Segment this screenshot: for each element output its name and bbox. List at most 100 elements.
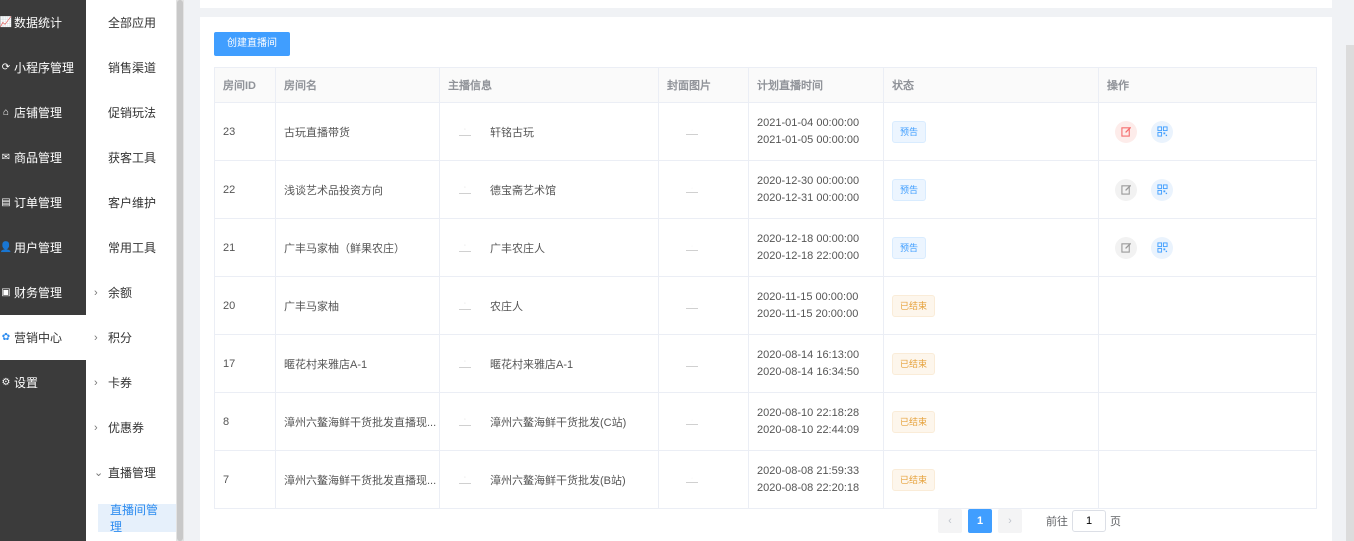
submenu-group-open[interactable]: ⌄ 直播管理 — [86, 450, 176, 495]
edit-icon[interactable] — [1115, 120, 1137, 143]
actions-cell — [1098, 276, 1317, 335]
anchor-info: ◦ ▬▬▬▬ 广丰农庄人 — [439, 218, 659, 277]
sidebar-item-store[interactable]: ⌂ 店铺管理 — [0, 90, 86, 135]
miniapp-icon: ⟳ — [1, 62, 11, 73]
room-name: 暱花村来雅店A-1 — [275, 334, 440, 393]
submenu-group-label: 卡券 — [108, 376, 133, 390]
column-header: 房间名 — [275, 67, 440, 103]
anchor-name: 德宝斋艺术馆 — [490, 184, 556, 197]
submenu-scrollbar[interactable] — [176, 0, 184, 541]
sidebar-item-label: 营销中心 — [14, 331, 63, 345]
room-name: 古玩直播带货 — [275, 102, 440, 161]
chart-icon: 📈 — [0, 17, 13, 28]
goto-label: 前往 — [1046, 516, 1068, 528]
live-room-table: 房间ID 房间名 主播信息 封面图片 计划直播时间 状态 操作 23 古玩直播带货 ◦ ▬▬▬▬ 轩… — [214, 67, 1317, 509]
start-time: 2020-12-30 00:00:00 — [757, 174, 860, 187]
schedule-time: 2020-08-14 16:13:00 2020-08-14 16:34:50 — [748, 334, 884, 393]
submenu-item-live-room[interactable]: 直播间管理 — [86, 495, 176, 540]
submenu-group[interactable]: › 优惠券 — [86, 405, 176, 450]
anchor-avatar-placeholder-icon: ◦ ▬▬▬▬ — [459, 300, 471, 311]
sidebar-item-order[interactable]: ▤ 订单管理 — [0, 180, 86, 225]
edit-icon[interactable] — [1115, 236, 1137, 259]
qrcode-icon[interactable] — [1151, 236, 1173, 259]
sidebar-item-goods[interactable]: ✉ 商品管理 — [0, 135, 86, 180]
submenu-item[interactable]: 客户维护 — [86, 180, 176, 225]
sidebar-item-finance[interactable]: ▣ 财务管理 — [0, 270, 86, 315]
end-time: 2020-08-14 16:34:50 — [757, 365, 860, 378]
sidebar-item-miniapp[interactable]: ⟳ 小程序管理 — [0, 45, 86, 90]
anchor-name: 轩铭古玩 — [490, 126, 534, 139]
table-row: 21 广丰马家柚（鲜果农庄） ◦ ▬▬▬▬ 广丰农庄人 ◦ ▬▬▬▬ 2020-12-18 0… — [214, 218, 1317, 277]
create-live-room-button[interactable]: 创建直播间 — [214, 32, 290, 56]
anchor-name: 漳州六鳌海鲜干货批发(B站) — [490, 474, 626, 487]
sidebar-item-settings[interactable]: ⚙ 设置 — [0, 360, 86, 405]
submenu-group[interactable]: › 积分 — [86, 315, 176, 360]
column-header: 操作 — [1098, 67, 1317, 103]
actions-cell — [1098, 334, 1317, 393]
page-number-input[interactable] — [1072, 510, 1106, 532]
next-page-button[interactable]: › — [998, 509, 1022, 533]
prev-page-button[interactable]: ‹ — [938, 509, 962, 533]
end-time: 2021-01-05 00:00:00 — [757, 133, 860, 146]
cover-image: ◦ ▬▬▬▬ — [658, 218, 749, 277]
actions-cell — [1098, 392, 1317, 451]
page-1-button[interactable]: 1 — [968, 509, 992, 533]
start-time: 2020-11-15 00:00:00 — [757, 290, 859, 303]
room-id: 17 — [214, 334, 276, 393]
anchor-info: ◦ ▬▬▬▬ 漳州六鳌海鲜干货批发(B站) — [439, 450, 659, 509]
end-time: 2020-12-31 00:00:00 — [757, 191, 860, 204]
status-cell: 预告 — [883, 102, 1099, 161]
submenu-group[interactable]: › 余额 — [86, 270, 176, 315]
room-id: 23 — [214, 102, 276, 161]
sidebar-item-label: 订单管理 — [14, 196, 63, 210]
room-name: 广丰马家柚 — [275, 276, 440, 335]
secondary-menu: 全部应用 销售渠道 促销玩法 获客工具 客户维护 常用工具 › 余额 › 积分 › 卡券 › 优惠券 ⌄ 直播… — [86, 0, 176, 541]
edit-icon[interactable] — [1115, 178, 1137, 201]
scrollbar-thumb[interactable] — [177, 0, 183, 541]
marketing-icon: ✿ — [1, 332, 11, 343]
image-placeholder-icon: ◦ ▬▬▬▬ — [686, 185, 698, 194]
submenu-item[interactable]: 全部应用 — [86, 0, 176, 45]
page-scrollbar[interactable] — [1346, 45, 1354, 541]
status-cell: 预告 — [883, 218, 1099, 277]
schedule-time: 2020-08-08 21:59:33 2020-08-08 22:20:18 — [748, 450, 884, 509]
qrcode-icon[interactable] — [1151, 120, 1173, 143]
start-time: 2021-01-04 00:00:00 — [757, 116, 860, 129]
qrcode-icon[interactable] — [1151, 178, 1173, 201]
submenu-item[interactable]: 常用工具 — [86, 225, 176, 270]
schedule-time: 2020-11-15 00:00:00 2020-11-15 20:00:00 — [748, 276, 884, 335]
room-id: 21 — [214, 218, 276, 277]
anchor-info: ◦ ▬▬▬▬ 德宝斋艺术馆 — [439, 160, 659, 219]
actions-cell — [1098, 218, 1317, 277]
anchor-name: 广丰农庄人 — [490, 242, 545, 255]
page-suffix: 页 — [1110, 516, 1121, 528]
end-time: 2020-08-10 22:44:09 — [757, 423, 860, 436]
sidebar-item-label: 用户管理 — [14, 241, 63, 255]
submenu-group[interactable]: › 卡券 — [86, 360, 176, 405]
pagination: ‹ 1 › 前往 页 — [938, 509, 1121, 533]
cover-image: ◦ ▬▬▬▬ — [658, 334, 749, 393]
submenu-item[interactable]: 销售渠道 — [86, 45, 176, 90]
end-time: 2020-12-18 22:00:00 — [757, 249, 860, 262]
submenu-item[interactable]: 获客工具 — [86, 135, 176, 180]
table-row: 8 漳州六鳌海鲜干货批发直播现... ◦ ▬▬▬▬ 漳州六鳌海鲜干货批发(C站) ◦ ▬▬▬… — [214, 392, 1317, 451]
end-time: 2020-08-08 22:20:18 — [757, 481, 860, 494]
anchor-name: 暱花村来雅店A-1 — [490, 358, 574, 371]
table-row: 22 浅谈艺术品投资方向 ◦ ▬▬▬▬ 德宝斋艺术馆 ◦ ▬▬▬▬ 2020-12-30 00… — [214, 160, 1317, 219]
row-actions — [1107, 178, 1316, 201]
sidebar-item-marketing[interactable]: ✿ 营销中心 — [0, 315, 86, 360]
end-time: 2020-11-15 20:00:00 — [757, 307, 859, 320]
live-room-panel: 创建直播间 房间ID 房间名 主播信息 封面图片 计划直播时间 状态 操作 23 古玩直播带货… — [200, 17, 1332, 541]
status-badge: 已结束 — [892, 410, 936, 433]
room-id: 8 — [214, 392, 276, 451]
sidebar-item-user[interactable]: 👤 用户管理 — [0, 225, 86, 270]
room-name: 漳州六鳌海鲜干货批发直播现... — [275, 392, 440, 451]
anchor-info: ◦ ▬▬▬▬ 轩铭古玩 — [439, 102, 659, 161]
chevron-right-icon: › — [94, 421, 98, 434]
chevron-down-icon: ⌄ — [94, 467, 104, 479]
order-icon: ▤ — [1, 197, 11, 208]
submenu-group-label: 余额 — [108, 286, 133, 300]
start-time: 2020-12-18 00:00:00 — [757, 232, 860, 245]
sidebar-item-chart[interactable]: 📈 数据统计 — [0, 0, 86, 45]
submenu-item[interactable]: 促销玩法 — [86, 90, 176, 135]
